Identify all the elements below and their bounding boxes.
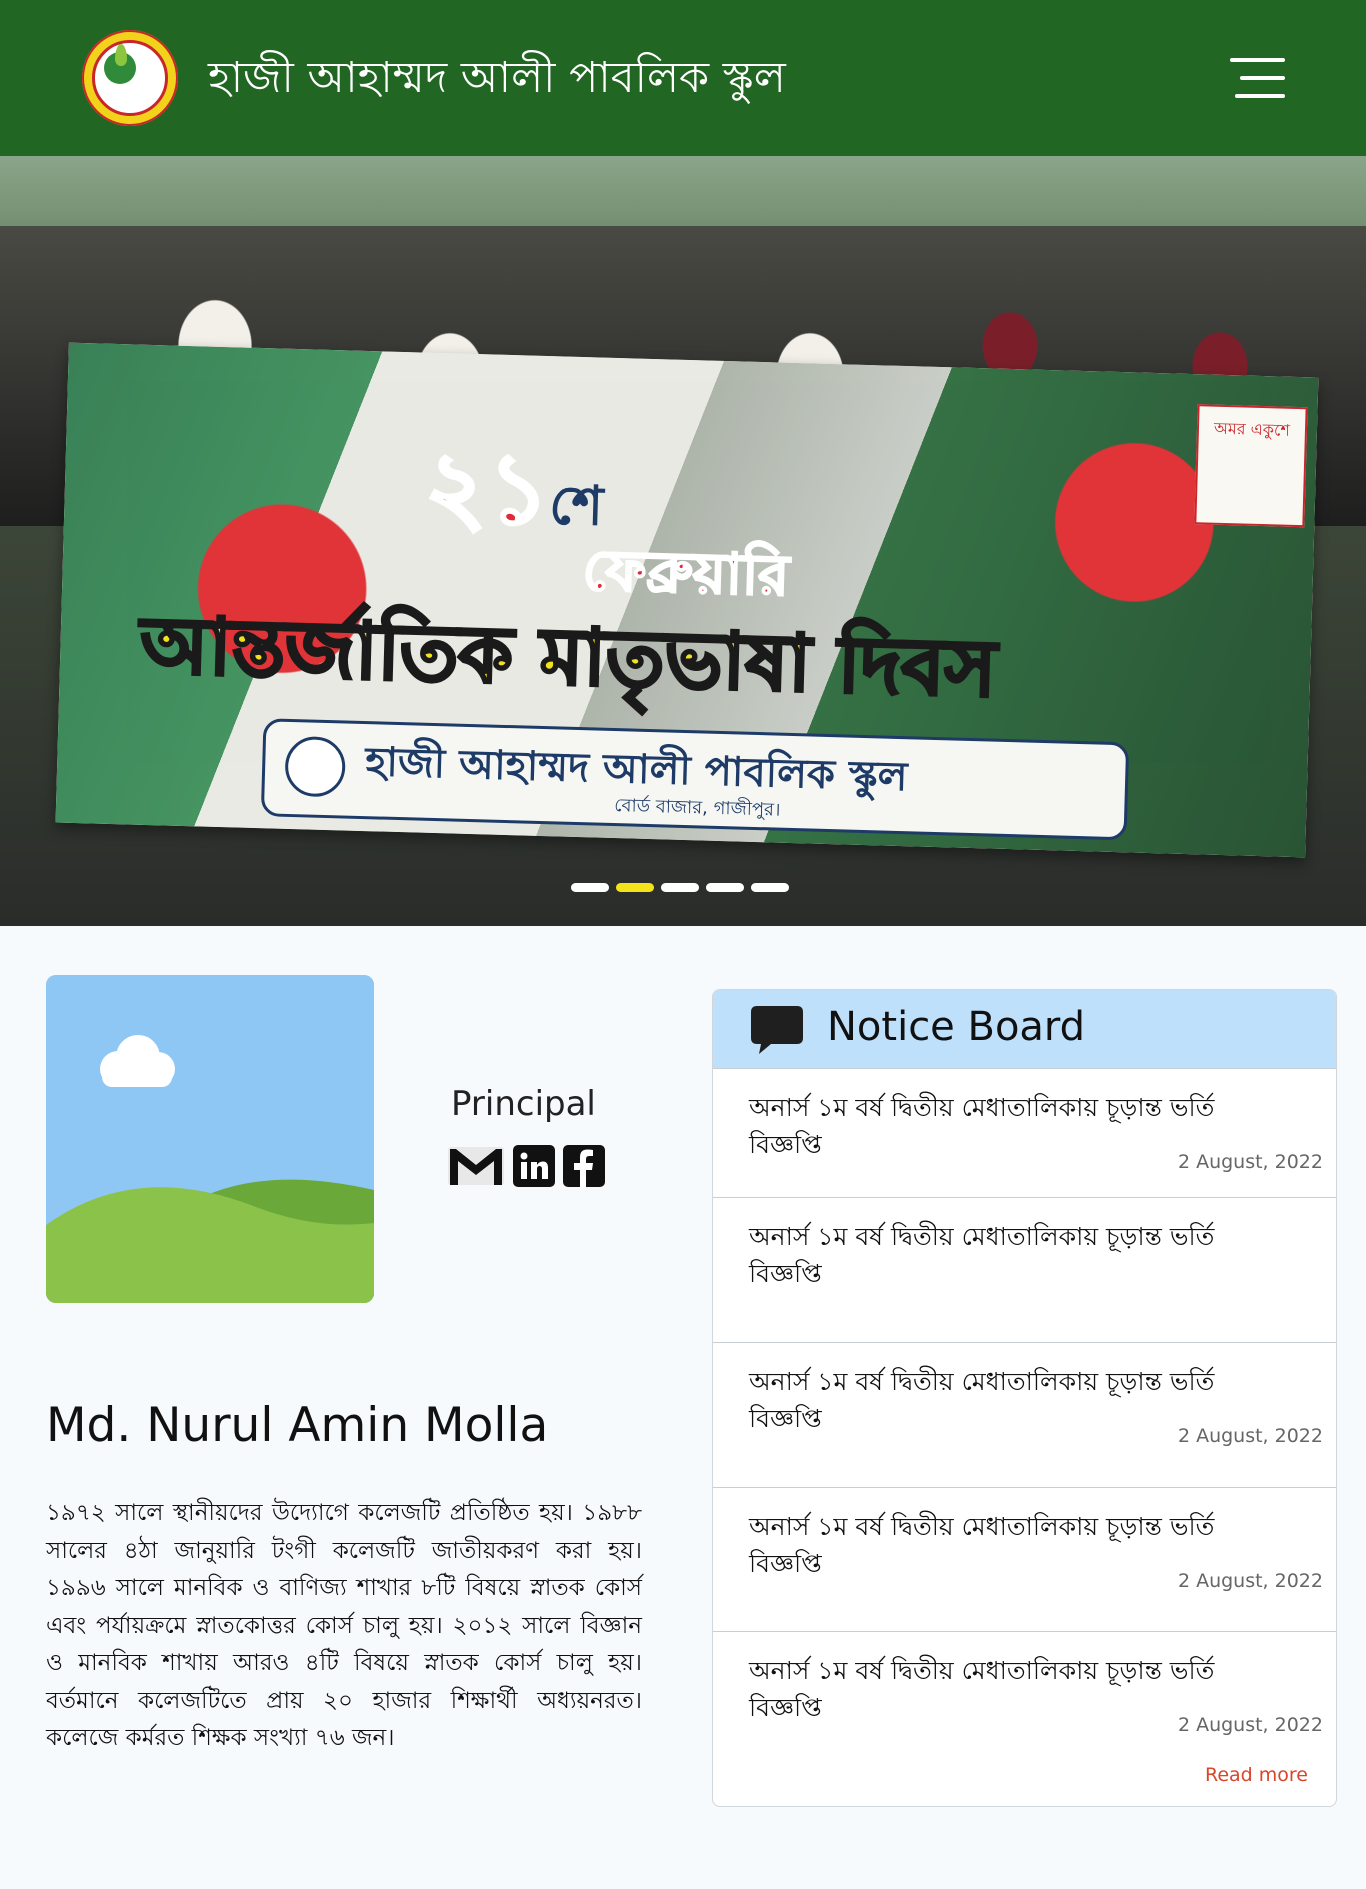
notice-item[interactable]: অনার্স ১ম বর্ষ দ্বিতীয় মেধাতালিকায় চূড… bbox=[713, 1487, 1336, 1631]
principal-socials bbox=[447, 1145, 607, 1190]
notice-item[interactable]: অনার্স ১ম বর্ষ দ্বিতীয় মেধাতালিকায় চূড… bbox=[713, 1342, 1336, 1486]
site-header: হাজী আহাম্মদ আলী পাবলিক স্কুল bbox=[0, 0, 1366, 156]
school-seal-icon bbox=[284, 735, 347, 798]
notice-board: Notice Board অনার্স ১ম বর্ষ দ্বিতীয় মেধ… bbox=[712, 989, 1337, 1807]
slider-dot-1[interactable] bbox=[571, 883, 609, 892]
notice-board-header: Notice Board bbox=[713, 990, 1336, 1068]
menu-line bbox=[1240, 76, 1285, 80]
notice-text[interactable]: অনার্স ১ম বর্ষ দ্বিতীয় মেধাতালিকায় চূড… bbox=[749, 1218, 1269, 1292]
hero-banner: ২১শে ফেব্রুয়ারি আন্তর্জাতিক মাতৃভাষা দি… bbox=[55, 342, 1319, 858]
site-title[interactable]: হাজী আহাম্মদ আলী পাবলিক স্কুল bbox=[208, 46, 786, 117]
read-more-link[interactable]: Read more bbox=[1205, 1764, 1308, 1786]
principal-name: Md. Nurul Amin Molla bbox=[46, 1398, 549, 1453]
notice-item[interactable]: অনার্স ১ম বর্ষ দ্বিতীয় মেধাতালিকায় চূড… bbox=[713, 1197, 1336, 1341]
slider-dot-3[interactable] bbox=[661, 883, 699, 892]
notice-date: 2 August, 2022 bbox=[1177, 1151, 1323, 1173]
school-logo-icon[interactable] bbox=[82, 30, 178, 126]
banner-title: আন্তর্জাতিক মাতৃভাষা দিবস bbox=[138, 599, 999, 716]
notice-item[interactable]: অনার্স ১ম বর্ষ দ্বিতীয় মেধাতালিকায় চূড… bbox=[713, 1068, 1336, 1212]
banner-location: বোর্ড বাজার, গাজীপুর। bbox=[613, 795, 781, 821]
hero-slider: ২১শে ফেব্রুয়ারি আন্তর্জাতিক মাতৃভাষা দি… bbox=[0, 156, 1366, 926]
hamburger-menu-icon[interactable] bbox=[1230, 58, 1285, 98]
slider-dot-4[interactable] bbox=[706, 883, 744, 892]
banner-number: ২১শে bbox=[422, 413, 606, 579]
linkedin-icon[interactable] bbox=[513, 1145, 555, 1187]
principal-bio: ১৯৭২ সালে স্থানীয়দের উদ্যোগে কলেজটি প্র… bbox=[46, 1500, 642, 1751]
menu-line bbox=[1230, 58, 1285, 62]
notice-date: 2 August, 2022 bbox=[1177, 1570, 1323, 1592]
banner-corner-label: অমর একুশে bbox=[1194, 404, 1308, 528]
notice-date: 2 August, 2022 bbox=[1177, 1425, 1323, 1447]
slider-dot-5[interactable] bbox=[751, 883, 789, 892]
slider-dots bbox=[571, 883, 791, 893]
notice-date: 2 August, 2022 bbox=[1177, 1714, 1323, 1736]
notice-board-title: Notice Board bbox=[827, 1004, 1086, 1050]
facebook-icon[interactable] bbox=[563, 1145, 605, 1187]
gmail-icon[interactable] bbox=[447, 1145, 505, 1187]
menu-line bbox=[1235, 94, 1285, 98]
banner-number-text: ২১ bbox=[422, 429, 553, 547]
image-placeholder-icon bbox=[46, 975, 374, 1303]
chat-bubble-icon bbox=[751, 1006, 803, 1054]
principal-role: Principal bbox=[451, 1084, 596, 1124]
notice-item[interactable]: অনার্স ১ম বর্ষ দ্বিতীয় মেধাতালিকায় চূড… bbox=[713, 1631, 1336, 1775]
slider-dot-2[interactable] bbox=[616, 883, 654, 892]
